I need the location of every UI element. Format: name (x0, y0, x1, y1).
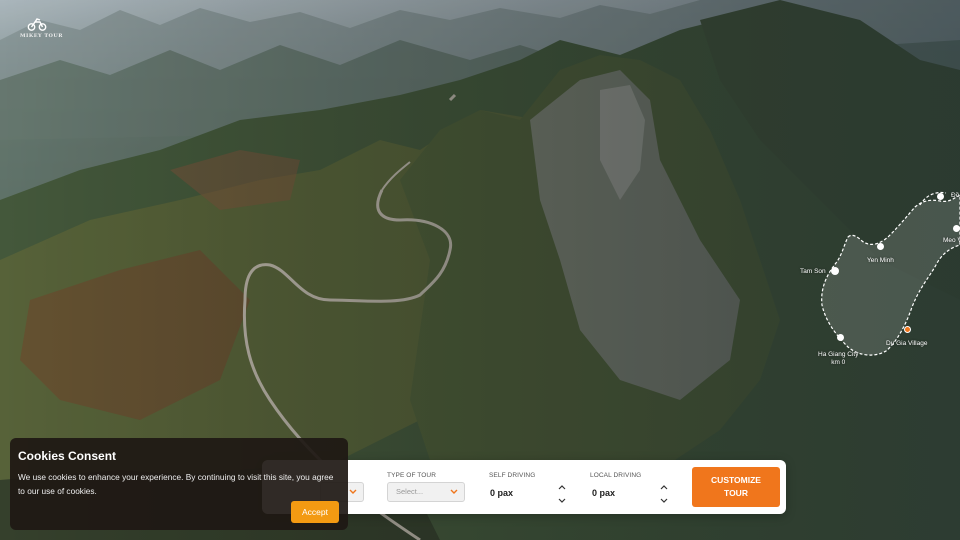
accept-cookies-button[interactable]: Accept (291, 501, 339, 523)
map-label-yen-minh: Yen Minh (867, 257, 894, 264)
map-pin-du-gia (904, 326, 911, 333)
map-label-du-gia: Du Gia Village (886, 340, 928, 347)
map-pin-tam-son (831, 267, 839, 275)
type-of-tour-label: TYPE OF TOUR (387, 472, 436, 479)
chevron-down-icon (349, 489, 357, 494)
chevron-down-icon (450, 489, 458, 494)
brand-logo[interactable]: MIKEY TOUR (20, 18, 63, 44)
local-driving-value[interactable]: 0 pax (592, 488, 615, 498)
map-pin-dong-van (937, 193, 944, 200)
map-label-dong-van: Đồ (951, 192, 960, 199)
route-map: Đồ Meo V Yen Minh Tam Son Ha Giang City … (800, 175, 960, 375)
map-label-ha-giang: Ha Giang City km 0 (818, 351, 858, 367)
map-label-tam-son: Tam Son (800, 268, 826, 275)
map-pin-meo-vac (953, 225, 960, 232)
map-label-meo-vac: Meo V (943, 237, 960, 244)
increment-icon (660, 485, 668, 490)
cookie-text: We use cookies to enhance your experienc… (18, 472, 334, 496)
customize-button-line2: TOUR (724, 488, 748, 498)
self-driving-stepper[interactable] (557, 482, 567, 506)
map-pin-yen-minh (877, 243, 884, 250)
decrement-icon (558, 498, 566, 503)
cookie-title: Cookies Consent (18, 449, 117, 463)
self-driving-label: SELF DRIVING (489, 472, 536, 479)
self-driving-value[interactable]: 0 pax (490, 488, 513, 498)
type-of-tour-select[interactable]: Select... (387, 482, 465, 502)
decrement-icon (660, 498, 668, 503)
type-of-tour-placeholder: Select... (396, 487, 424, 496)
local-driving-stepper[interactable] (659, 482, 669, 506)
customize-button-line1: CUSTOMIZE (711, 475, 761, 485)
cookie-consent-panel: Cookies Consent We use cookies to enhanc… (10, 438, 348, 530)
customize-tour-button[interactable]: CUSTOMIZE TOUR (692, 467, 780, 507)
map-label-ha-giang-city: Ha Giang City (818, 351, 859, 358)
map-pin-ha-giang (837, 334, 844, 341)
motorbike-icon (27, 18, 47, 31)
increment-icon (558, 485, 566, 490)
logo-text: MIKEY TOUR (20, 33, 63, 39)
local-driving-label: LOCAL DRIVING (590, 472, 642, 479)
map-label-ha-giang-km: km 0 (831, 359, 846, 366)
